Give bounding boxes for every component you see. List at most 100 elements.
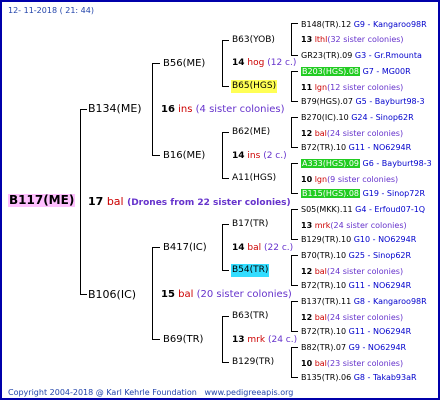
gen2-ins: hog [247, 58, 265, 68]
connector-line [291, 117, 298, 118]
gen2-queen[interactable]: B56(ME) [163, 57, 205, 70]
connector-line [222, 178, 229, 179]
gen3-queen[interactable]: B129(TR) [232, 356, 274, 369]
connector-line [291, 285, 298, 286]
gen4-queen[interactable]: B82(TR).07 [301, 343, 346, 352]
gen4-queen[interactable]: B70(TR).10 [301, 251, 346, 260]
gen4-num: 10 [301, 175, 313, 184]
connector-line [80, 294, 87, 295]
gen4-sire-row: B270(IC).10 G24 - Sinop62R [301, 111, 414, 124]
connector-line [152, 247, 153, 340]
gen1-mating-info: 16 ins (4 sister colonies) [161, 103, 285, 116]
connector-line [291, 117, 292, 148]
gen2-ins: bal [247, 243, 262, 253]
gen4-ins: lthl [314, 35, 328, 44]
connector-line [291, 239, 298, 240]
connector-line [291, 71, 298, 72]
root-mating-info: 17 bal (Drones from 22 sister colonies) [88, 195, 291, 210]
gen4-origin: G19 - Sinop72R [362, 189, 425, 198]
gen4-queen[interactable]: B72(TR).10 [301, 143, 346, 152]
gen4-origin: G8 - Kangaroo98R [353, 297, 427, 306]
gen4-queen[interactable]: B79(HGS).07 [301, 97, 353, 106]
gen2-num: 13 [232, 335, 245, 345]
gen4-sire-row: B70(TR).10 G25 - Sinop62R [301, 249, 411, 262]
connector-line [152, 155, 160, 156]
gen2-note: (22 c.) [264, 243, 294, 253]
connector-line [291, 147, 298, 148]
root-queen[interactable]: B117(ME) [8, 194, 76, 207]
connector-line [291, 55, 298, 56]
gen4-origin: G3 - Gr.Rmounta [354, 51, 422, 60]
gen4-origin: G9 - Kangaroo98R [353, 20, 427, 29]
gen4-origin: G25 - Sinop62R [348, 251, 412, 260]
gen4-mating-row: 10 bal(23 sister colonies) [301, 357, 403, 370]
gen3-queen[interactable]: B17(TR) [232, 218, 268, 231]
gen3-queen[interactable]: B63(TR) [232, 310, 268, 323]
gen4-queen[interactable]: GR23(TR).09 [301, 51, 352, 60]
connector-line [291, 301, 298, 302]
gen2-mating-info: 14 bal (22 c.) [232, 242, 293, 255]
gen4-num: 11 [301, 83, 313, 92]
gen2-ins: ins [247, 151, 261, 161]
gen3-queen[interactable]: B63(YOB) [232, 34, 275, 47]
site-link[interactable]: www.pedigreeapis.org [205, 388, 294, 397]
connector-line [222, 40, 223, 87]
connector-line [222, 224, 229, 225]
gen4-ins: mrk [314, 221, 331, 230]
gen4-dam-row: B135(TR).06 G8 - Takab93aR [301, 371, 417, 384]
gen4-num: 12 [301, 313, 313, 322]
connector-line [152, 63, 160, 64]
gen2-num: 14 [232, 151, 245, 161]
gen2-queen[interactable]: B16(ME) [163, 149, 205, 162]
gen4-note: (23 sister colonies) [326, 359, 404, 368]
gen3-queen[interactable]: B62(ME) [232, 126, 270, 139]
connector-line [80, 109, 87, 110]
gen4-sire-row: B137(TR).11 G8 - Kangaroo98R [301, 295, 427, 308]
gen4-queen-highlighted[interactable]: A333(HGS).09 [301, 159, 360, 168]
connector-line [291, 163, 298, 164]
gen4-sire-row: S05(MKK).11 G4 - Erfoud07-1Q [301, 203, 425, 216]
connector-line [222, 86, 229, 87]
gen4-num: 10 [301, 359, 313, 368]
gen2-num: 14 [232, 58, 245, 68]
connector-line [291, 209, 298, 210]
gen4-num: 13 [301, 221, 313, 230]
gen4-queen[interactable]: B72(TR).10 [301, 327, 346, 336]
gen4-dam-row: GR23(TR).09 G3 - Gr.Rmounta [301, 49, 422, 62]
gen4-ins: bal [314, 129, 327, 138]
copyright-text: Copyright 2004-2018 @ Karl Kehrle Founda… [8, 388, 197, 397]
connector-line [291, 193, 298, 194]
connector-line [80, 109, 81, 295]
gen4-ins: bal [314, 359, 327, 368]
connector-line [291, 163, 292, 194]
gen4-queen[interactable]: B137(TR).11 [301, 297, 351, 306]
gen3-queen[interactable]: A11(HGS) [232, 172, 276, 185]
connector-line [222, 40, 229, 41]
gen1-note: (4 sister colonies) [195, 104, 285, 115]
connector-line [291, 255, 292, 286]
connector-line [222, 132, 223, 179]
gen3-queen-highlighted[interactable]: B54(TR) [231, 264, 270, 277]
gen3-queen-highlighted[interactable]: B65(HGS) [231, 80, 278, 93]
gen4-queen[interactable]: B135(TR).06 [301, 373, 351, 382]
gen1-num: 16 [161, 104, 175, 115]
gen4-note: (24 sister colonies) [330, 221, 407, 230]
gen4-queen[interactable]: S05(MKK).11 [301, 205, 353, 214]
gen4-num: 12 [301, 129, 313, 138]
gen4-note: (9 sister colonies) [327, 175, 399, 184]
gen4-queen[interactable]: B148(TR).12 [301, 20, 351, 29]
gen4-origin: G11 - NO6294R [348, 143, 412, 152]
gen2-queen[interactable]: B417(IC) [163, 241, 207, 254]
gen2-queen[interactable]: B69(TR) [163, 333, 203, 346]
connector-line [291, 209, 292, 240]
gen4-queen[interactable]: B270(IC).10 [301, 113, 349, 122]
gen4-origin: G4 - Erfoud07-1Q [355, 205, 426, 214]
gen2-mating-info: 13 mrk (24 c.) [232, 334, 297, 347]
gen4-queen-highlighted[interactable]: B203(HGS).08 [301, 67, 361, 76]
gen4-queen[interactable]: B129(TR).10 [301, 235, 351, 244]
gen1-queen[interactable]: B134(ME) [88, 102, 142, 115]
gen1-queen[interactable]: B106(IC) [88, 288, 136, 301]
gen4-queen[interactable]: B72(TR).10 [301, 281, 346, 290]
connector-line [291, 23, 292, 56]
gen4-queen-highlighted[interactable]: B115(HGS).08 [301, 189, 361, 198]
